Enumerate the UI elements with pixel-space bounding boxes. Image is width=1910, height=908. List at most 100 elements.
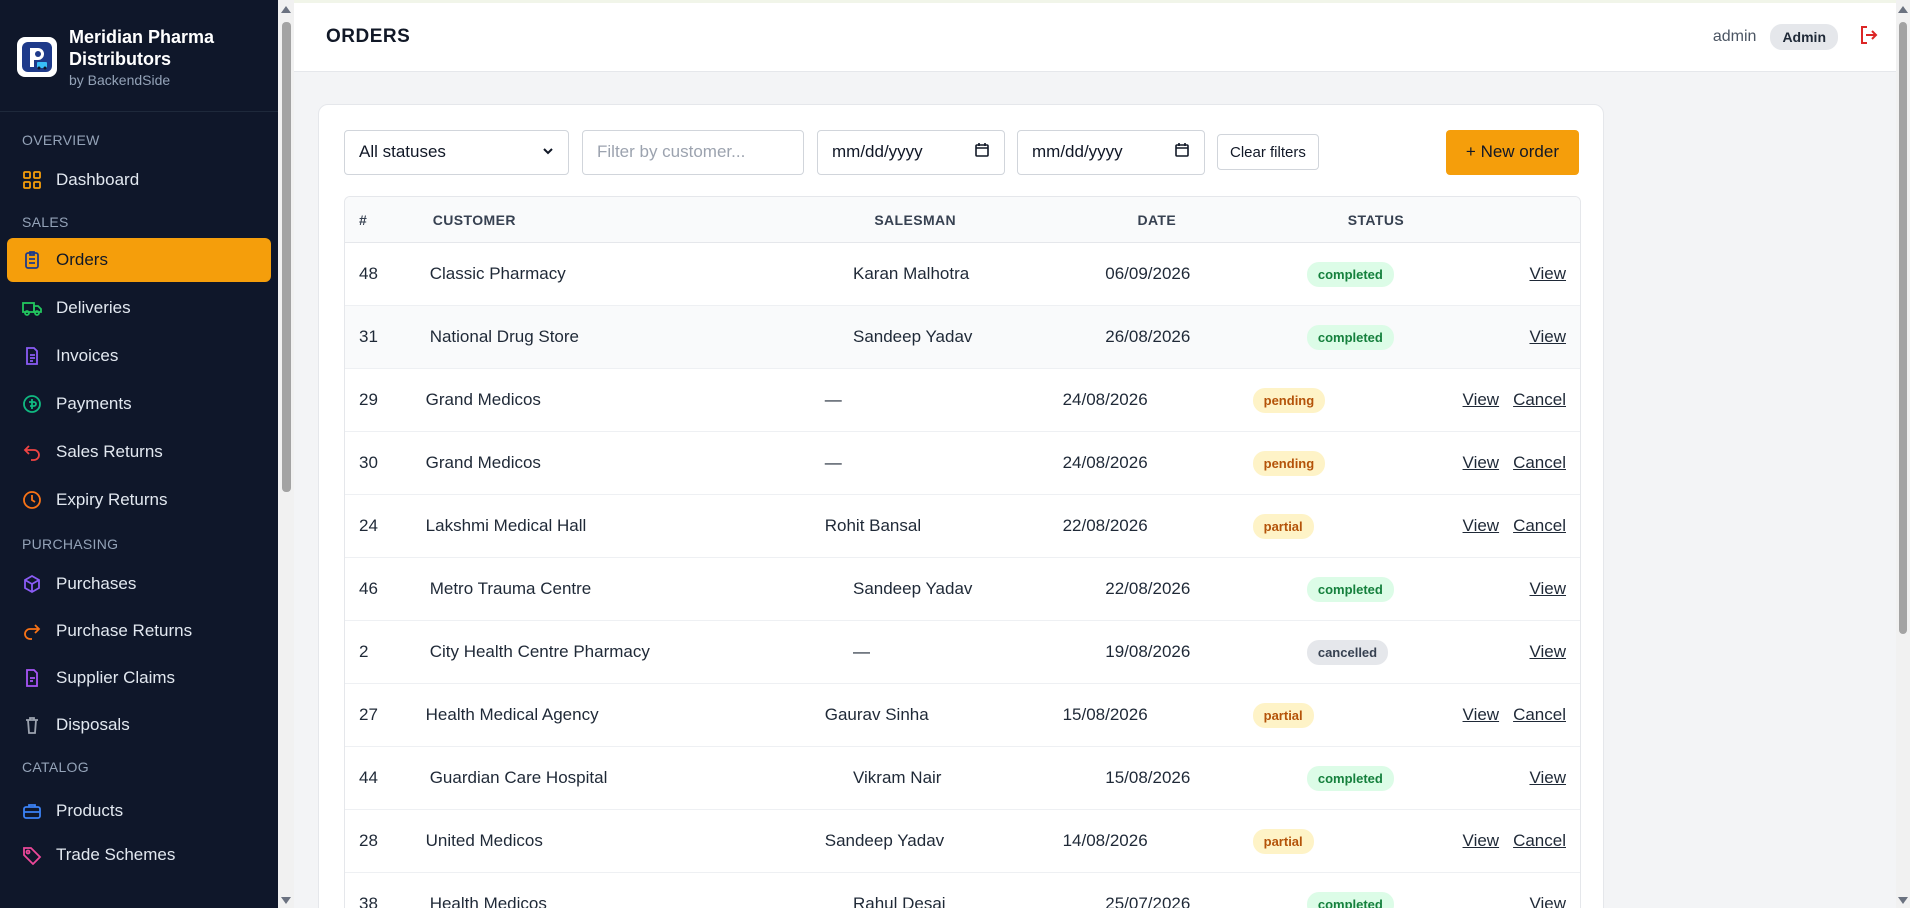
view-link[interactable]: View [1529, 264, 1566, 284]
sidebar-item-label: Dashboard [56, 170, 140, 189]
scroll-down-arrow-icon[interactable] [1898, 897, 1908, 904]
customer-name: City Health Centre Pharmacy [429, 642, 650, 661]
view-link[interactable]: View [1463, 831, 1500, 851]
sidebar-item-dashboard[interactable]: Dashboard [7, 158, 271, 202]
sidebar-item-disposals[interactable]: Disposals [7, 703, 271, 747]
order-id: 44 [359, 768, 378, 787]
page-scrollbar[interactable] [1896, 0, 1910, 908]
scroll-down-arrow-icon[interactable] [281, 897, 291, 904]
sidebar-item-expiry-returns[interactable]: Expiry Returns [7, 478, 271, 522]
view-link[interactable]: View [1463, 516, 1500, 536]
username: admin [1712, 28, 1757, 45]
order-date: 22/08/2026 [1105, 579, 1191, 598]
claim-icon [22, 668, 42, 688]
scroll-up-arrow-icon[interactable] [281, 6, 291, 13]
tag-icon [22, 845, 42, 865]
cancel-link[interactable]: Cancel [1513, 831, 1566, 851]
calendar-icon[interactable] [974, 142, 990, 163]
column-header-id: # [359, 211, 368, 228]
status-badge: partial [1252, 513, 1314, 539]
status-select[interactable]: All statuses [344, 129, 569, 175]
sidebar-item-sales-returns[interactable]: Sales Returns [7, 430, 271, 474]
sidebar-item-label: Orders [56, 250, 108, 269]
order-date: 24/08/2026 [1062, 390, 1148, 409]
order-id: 24 [359, 516, 378, 535]
main-content: ORDERS admin Admin All statuses Filter b… [294, 0, 1910, 908]
salesman-name: Gaurav Sinha [824, 705, 929, 724]
table-body: 48 Classic Pharmacy Karan Malhotra 06/09/20… [345, 243, 1580, 908]
brand-subtitle: by BackendSide [69, 72, 171, 88]
date-to-input[interactable]: mm/dd/yyyy [1017, 129, 1205, 175]
view-link[interactable]: View [1463, 390, 1500, 410]
customer-name: Metro Trauma Centre [429, 579, 592, 598]
sidebar: Meridian Pharma Distributors by BackendS… [0, 0, 278, 908]
status-badge: completed [1306, 261, 1394, 287]
view-link[interactable]: View [1463, 705, 1500, 725]
document-icon [22, 346, 42, 366]
clock-icon [22, 490, 42, 510]
table-row: 2 City Health Centre Pharmacy — 19/08/2026 c… [345, 621, 1580, 684]
customer-name: Guardian Care Hospital [429, 768, 608, 787]
brand-name: Meridian Pharma Distributors [69, 27, 215, 69]
sidebar-item-orders[interactable]: Orders [7, 238, 271, 282]
status-badge: pending [1252, 387, 1326, 413]
sidebar-item-label: Sales Returns [56, 442, 163, 461]
new-order-button[interactable]: + New order [1445, 129, 1579, 175]
cancel-link[interactable]: Cancel [1513, 705, 1566, 725]
sidebar-item-label: Expiry Returns [56, 490, 168, 509]
status-badge: pending [1252, 450, 1326, 476]
nav-section-sales: SALES [22, 214, 69, 230]
sidebar-item-deliveries[interactable]: Deliveries [7, 286, 271, 330]
sidebar-item-label: Purchases [56, 574, 137, 593]
logout-icon[interactable] [1858, 24, 1880, 51]
view-link[interactable]: View [1529, 579, 1566, 599]
clear-filters-button[interactable]: Clear filters [1217, 134, 1319, 170]
view-link[interactable]: View [1463, 453, 1500, 473]
customer-name: Lakshmi Medical Hall [425, 516, 587, 535]
customer-name: United Medicos [425, 831, 543, 850]
order-id: 31 [359, 327, 378, 346]
sidebar-item-purchase-returns[interactable]: Purchase Returns [7, 609, 271, 653]
orders-table: # CUSTOMER SALESMAN DATE STATUS 48 Classi… [344, 196, 1581, 908]
scrollbar-thumb[interactable] [1899, 22, 1907, 634]
brand-logo-icon [17, 37, 57, 77]
order-id: 27 [359, 705, 378, 724]
view-link[interactable]: View [1529, 768, 1566, 788]
view-link[interactable]: View [1529, 327, 1566, 347]
sidebar-scrollbar[interactable] [278, 0, 294, 908]
table-row: 28 United Medicos Sandeep Yadav 14/08/2026 p… [345, 810, 1580, 873]
view-link[interactable]: View [1529, 642, 1566, 662]
sidebar-item-label: Supplier Claims [56, 668, 176, 687]
sidebar-item-trade-schemes[interactable]: Trade Schemes [7, 833, 271, 877]
table-row: 31 National Drug Store Sandeep Yadav 26/08/… [345, 306, 1580, 369]
cancel-link[interactable]: Cancel [1513, 516, 1566, 536]
sidebar-item-label: Deliveries [56, 298, 131, 317]
customer-filter-input[interactable]: Filter by customer... [582, 129, 804, 175]
sidebar-item-products[interactable]: Products [7, 789, 271, 833]
date-from-placeholder: mm/dd/yyyy [832, 142, 923, 161]
sidebar-item-label: Trade Schemes [56, 845, 176, 864]
sidebar-item-invoices[interactable]: Invoices [7, 334, 271, 378]
table-row: 24 Lakshmi Medical Hall Rohit Bansal 22/08/… [345, 495, 1580, 558]
cancel-link[interactable]: Cancel [1513, 453, 1566, 473]
scrollbar-thumb[interactable] [282, 22, 291, 492]
calendar-icon[interactable] [1174, 142, 1190, 163]
user-area: admin Admin [1713, 24, 1880, 51]
status-badge: cancelled [1306, 639, 1389, 665]
nav-section-catalog: CATALOG [22, 759, 89, 775]
sidebar-item-supplier-claims[interactable]: Supplier Claims [7, 656, 271, 700]
cancel-link[interactable]: Cancel [1513, 390, 1566, 410]
view-link[interactable]: View [1529, 894, 1566, 908]
sidebar-item-payments[interactable]: Payments [7, 382, 271, 426]
scroll-up-arrow-icon[interactable] [1898, 6, 1908, 13]
box-icon [22, 574, 42, 594]
customer-name: Grand Medicos [425, 453, 541, 472]
status-badge: completed [1306, 576, 1394, 602]
coin-icon [22, 394, 42, 414]
sidebar-item-label: Invoices [56, 346, 119, 365]
date-from-input[interactable]: mm/dd/yyyy [817, 129, 1005, 175]
table-row: 30 Grand Medicos — 24/08/2026 pending View Can… [345, 432, 1580, 495]
chevron-down-icon [542, 142, 554, 162]
table-row: 29 Grand Medicos — 24/08/2026 pending View Can… [345, 369, 1580, 432]
sidebar-item-purchases[interactable]: Purchases [7, 562, 271, 606]
